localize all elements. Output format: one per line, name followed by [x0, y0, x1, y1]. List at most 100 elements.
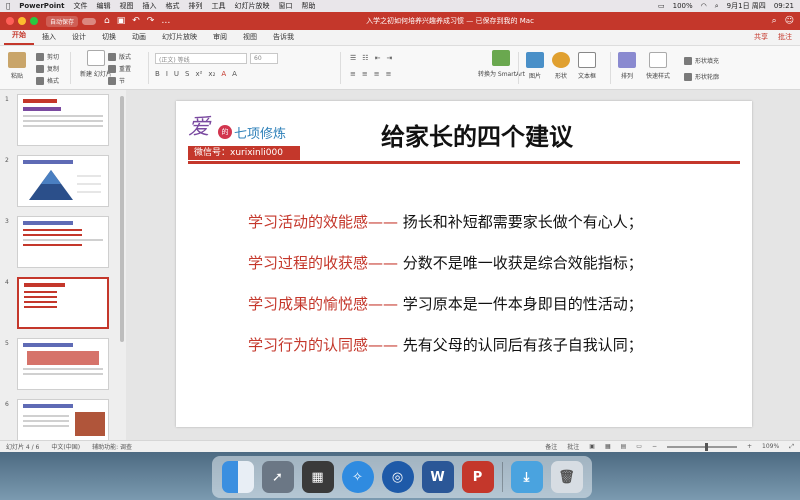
reading-view-icon[interactable]: ▤	[621, 443, 627, 450]
layout-button[interactable]: 版式	[108, 52, 131, 61]
current-slide[interactable]: 爱 的 七项修炼 微信号：xurixinli000 给家长的四个建议 学习活动的…	[176, 101, 752, 427]
superscript-icon[interactable]: x²	[195, 70, 202, 78]
slide-thumbnail-1[interactable]: 1	[5, 94, 121, 146]
italic-icon[interactable]: I	[166, 70, 168, 78]
menu-slideshow[interactable]: 幻灯片放映	[234, 1, 269, 11]
picture-button[interactable]: 图片	[526, 52, 544, 80]
menu-insert[interactable]: 插入	[142, 1, 156, 11]
advice-row[interactable]: 学习过程的收获感—— 分数不是唯一收获是综合效能指标；	[248, 252, 643, 273]
reset-button[interactable]: 重置	[108, 64, 131, 73]
zoom-level[interactable]: 109%	[762, 443, 779, 450]
font-color-icon[interactable]: A	[221, 70, 226, 78]
tab-view[interactable]: 视图	[235, 32, 265, 45]
notes-button[interactable]: 备注	[545, 442, 557, 451]
slide-title[interactable]: 给家长的四个建议	[381, 117, 573, 152]
advice-row[interactable]: 学习行为的认同感—— 先有父母的认同后有孩子自我认同；	[248, 334, 643, 355]
battery-icon[interactable]: ▭	[658, 2, 665, 10]
menubar-time[interactable]: 09:21	[774, 2, 794, 10]
font-size-select[interactable]: 60	[250, 53, 278, 64]
tab-home[interactable]: 开始	[4, 30, 34, 45]
undo-icon[interactable]: ↶	[132, 16, 140, 26]
indent-icon[interactable]: ⇥	[386, 54, 392, 62]
more-icon[interactable]: …	[161, 16, 170, 26]
comments-button[interactable]: 批注	[778, 32, 792, 42]
search-icon[interactable]: ⌕	[715, 2, 719, 11]
home-icon[interactable]: ⌂	[104, 16, 110, 26]
underline-icon[interactable]: U	[174, 70, 179, 78]
word-icon[interactable]: W	[421, 461, 454, 493]
comments-status-button[interactable]: 批注	[567, 442, 579, 451]
save-icon[interactable]: ▣	[117, 16, 126, 26]
subscript-icon[interactable]: x₂	[208, 70, 215, 78]
bold-icon[interactable]: B	[155, 70, 160, 78]
tab-transitions[interactable]: 切换	[94, 32, 124, 45]
menu-format[interactable]: 格式	[165, 1, 179, 11]
tab-animations[interactable]: 动画	[124, 32, 154, 45]
menu-edit[interactable]: 编辑	[96, 1, 110, 11]
font-family-select[interactable]: (正文) 等线	[155, 53, 247, 64]
safari-compass-icon[interactable]: ✧	[341, 461, 374, 493]
copy-button[interactable]: 复制	[36, 64, 59, 73]
thumbnail-scrollbar[interactable]	[120, 96, 124, 342]
section-button[interactable]: 节	[108, 76, 125, 85]
menu-window[interactable]: 窗口	[278, 1, 292, 11]
outdent-icon[interactable]: ⇤	[375, 54, 381, 62]
powerpoint-icon[interactable]: P	[461, 461, 494, 493]
redo-icon[interactable]: ↷	[147, 16, 155, 26]
numbering-icon[interactable]: ☷	[362, 54, 368, 62]
tab-insert[interactable]: 插入	[34, 32, 64, 45]
smiley-icon[interactable]: ☺	[785, 16, 794, 26]
slide-thumbnail-4[interactable]: 4	[5, 277, 121, 329]
bullets-icon[interactable]: ☰	[350, 54, 356, 62]
tab-review[interactable]: 审阅	[205, 32, 235, 45]
share-button[interactable]: 共享	[754, 32, 768, 42]
quick-styles-button[interactable]: 快速样式	[646, 52, 670, 80]
align-center-icon[interactable]: ≡	[362, 70, 368, 78]
finder-icon[interactable]	[221, 461, 254, 493]
advice-row[interactable]: 学习成果的愉悦感—— 学习原本是一件本身即目的性活动；	[248, 293, 643, 314]
zoom-slider[interactable]	[667, 442, 737, 451]
menu-file[interactable]: 文件	[73, 1, 87, 11]
browser-icon[interactable]: ◎	[381, 461, 414, 493]
launchpad-rocket-icon[interactable]: ➚	[261, 461, 294, 493]
shape-fill-button[interactable]: 形状填充	[684, 56, 719, 65]
justify-icon[interactable]: ≡	[386, 70, 392, 78]
zoom-window-button[interactable]	[30, 17, 38, 25]
slide-thumbnail-5[interactable]: 5	[5, 338, 121, 390]
minimize-window-button[interactable]	[18, 17, 26, 25]
slide-thumbnail-6[interactable]: 6	[5, 399, 121, 440]
advice-row[interactable]: 学习活动的效能感—— 扬长和补短都需要家长做个有心人；	[248, 211, 643, 232]
zoom-out-icon[interactable]: −	[652, 443, 657, 450]
wifi-icon[interactable]: ◠	[701, 2, 707, 10]
tab-slideshow[interactable]: 幻灯片放映	[154, 32, 205, 45]
normal-view-icon[interactable]: ▣	[589, 443, 595, 450]
zoom-slider-knob[interactable]	[705, 442, 708, 451]
paste-button[interactable]: 粘贴	[8, 52, 26, 80]
menu-arrange[interactable]: 排列	[188, 1, 202, 11]
downloads-folder-icon[interactable]: ⤓	[510, 461, 543, 493]
menubar-date[interactable]: 9月1日 周四	[727, 1, 766, 11]
menu-tools[interactable]: 工具	[211, 1, 225, 11]
language-indicator[interactable]: 中文(中国)	[51, 442, 80, 451]
tab-design[interactable]: 设计	[64, 32, 94, 45]
zoom-in-icon[interactable]: +	[747, 443, 752, 450]
tab-tell-me[interactable]: 告诉我	[265, 32, 302, 45]
format-painter-button[interactable]: 格式	[36, 76, 59, 85]
sorter-view-icon[interactable]: ▦	[605, 443, 611, 450]
menu-view[interactable]: 视图	[119, 1, 133, 11]
slide-thumbnail-3[interactable]: 3	[5, 216, 121, 268]
strikethrough-icon[interactable]: S	[185, 70, 189, 78]
shapes-button[interactable]: 形状	[552, 52, 570, 80]
fit-slide-icon[interactable]: ⤢	[789, 443, 794, 451]
menu-help[interactable]: 帮助	[301, 1, 315, 11]
mission-control-icon[interactable]: ▦	[301, 461, 334, 493]
search-icon[interactable]: ⌕	[772, 16, 777, 26]
highlight-icon[interactable]: A	[232, 70, 237, 78]
align-left-icon[interactable]: ≡	[350, 70, 356, 78]
close-window-button[interactable]	[6, 17, 14, 25]
textbox-button[interactable]: 文本框	[578, 52, 596, 80]
slide-thumbnail-2[interactable]: 2	[5, 155, 121, 207]
autosave-toggle[interactable]	[82, 17, 97, 25]
menu-app-name[interactable]: PowerPoint	[19, 2, 64, 10]
trash-icon[interactable]: 🗑	[550, 461, 583, 493]
